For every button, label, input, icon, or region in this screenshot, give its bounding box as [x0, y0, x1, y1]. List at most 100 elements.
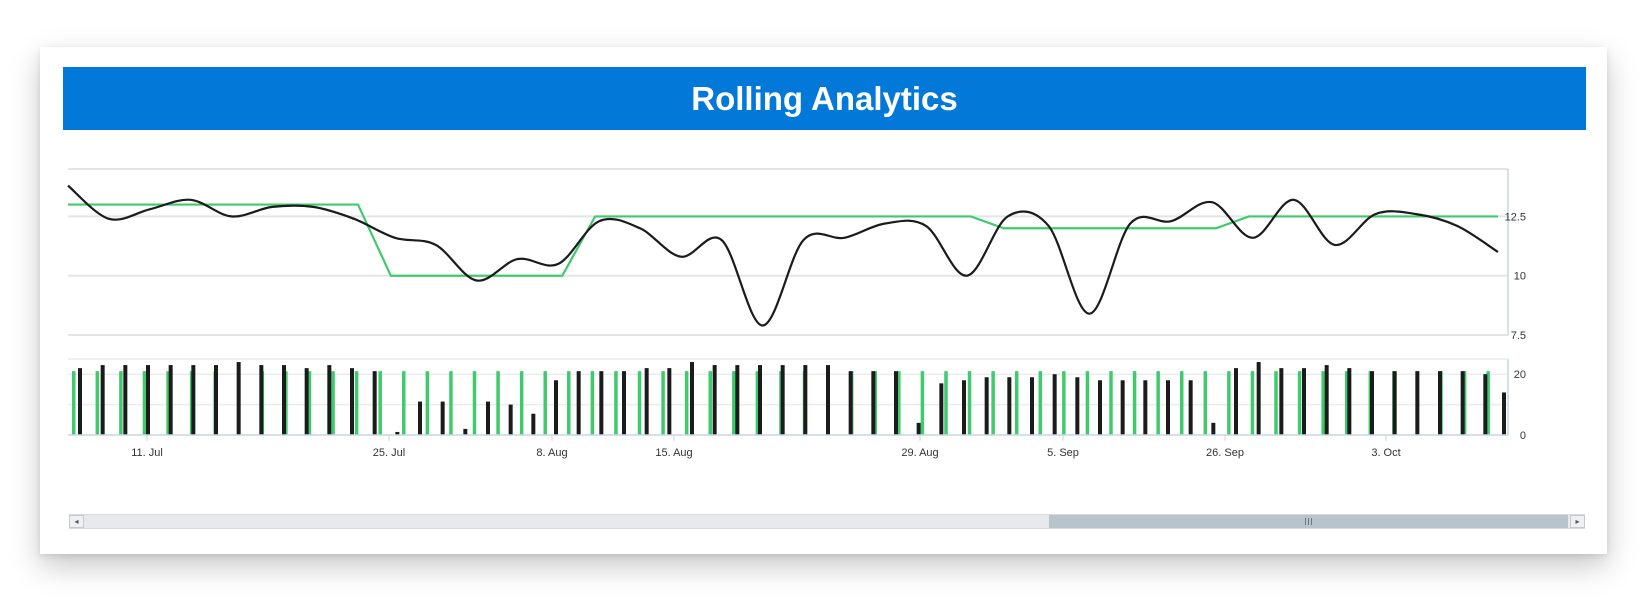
bar-green [543, 371, 547, 435]
bar-black [848, 371, 853, 435]
bar-black [939, 383, 944, 435]
bar-green [519, 371, 524, 435]
bar-black [644, 368, 649, 435]
bar-green [1179, 371, 1184, 435]
bar-black [1211, 422, 1216, 435]
bar-black [123, 365, 128, 435]
bar-black [1188, 380, 1193, 435]
bar-black [236, 362, 241, 435]
bar-black [1007, 377, 1012, 435]
bar-green [496, 371, 500, 435]
bar-y-tick-label: 0 [1520, 430, 1526, 442]
volume-bars [72, 362, 1506, 435]
bar-black [1075, 377, 1080, 435]
bar-black [916, 422, 921, 435]
bar-black [508, 404, 513, 435]
bar-green [684, 371, 689, 435]
bar-black [1234, 368, 1238, 435]
bar-green [1321, 371, 1325, 435]
bar-green [1062, 371, 1066, 435]
bar-black [803, 365, 808, 435]
bar-black [962, 380, 966, 435]
scroll-right-glyph: ▸ [1575, 517, 1580, 526]
bar-green [567, 371, 571, 435]
bar-black [304, 368, 309, 435]
bar-black [599, 371, 604, 435]
bar-black [826, 365, 830, 435]
scroll-thumb[interactable] [1049, 515, 1568, 528]
bar-green [732, 371, 736, 435]
bar-black [327, 365, 332, 435]
bar-black [1415, 371, 1420, 435]
x-tick-label: 5. Sep [1047, 447, 1079, 459]
grip-icon [1305, 518, 1312, 525]
bar-y-tick-label: 20 [1514, 369, 1526, 381]
bar-black [1143, 380, 1148, 435]
x-tick-label: 11. Jul [131, 447, 163, 459]
bar-black [418, 401, 422, 435]
bar-black [1392, 371, 1397, 435]
bar-green [1109, 371, 1113, 435]
bar-green [119, 371, 123, 435]
line-series-black [67, 184, 1499, 327]
bar-green [72, 371, 76, 435]
bar-black [1120, 380, 1125, 435]
bar-black [1030, 377, 1034, 435]
bar-black [1052, 374, 1057, 435]
x-tick-label: 26. Sep [1206, 447, 1244, 459]
bar-black [486, 401, 490, 435]
bar-black [1324, 365, 1329, 435]
bar-black [146, 365, 150, 435]
y-tick-label: 12.5 [1505, 211, 1526, 223]
x-tick-label: 25. Jul [373, 447, 405, 459]
bar-green [449, 371, 453, 435]
bar-black [463, 428, 468, 435]
bar-black [1166, 380, 1170, 435]
bar-black [214, 365, 218, 435]
bar-black [1279, 368, 1284, 435]
bar-green [1085, 371, 1090, 435]
bar-green [1203, 371, 1208, 435]
bar-black [350, 368, 354, 435]
bar-green [708, 371, 712, 435]
y-tick-label: 10 [1514, 271, 1526, 283]
y-tick-label: 7.5 [1511, 330, 1526, 342]
line-series-green [68, 203, 1498, 277]
bar-green [1014, 371, 1019, 435]
bar-black [372, 371, 377, 435]
bar-black [259, 365, 264, 435]
bar-green [1274, 371, 1278, 435]
bar-green [402, 371, 406, 435]
bar-black [78, 368, 82, 435]
bar-black [622, 371, 626, 435]
bar-black [440, 401, 445, 435]
bar-green [590, 371, 595, 435]
bar-black [1483, 374, 1488, 435]
bar-black [282, 365, 286, 435]
x-tick-label: 3. Oct [1371, 447, 1400, 459]
bar-black [1098, 380, 1102, 435]
bar-green [661, 371, 665, 435]
bar-black [690, 362, 694, 435]
bar-black [1438, 371, 1442, 435]
navigator-scrollbar[interactable]: ◂ ▸ [69, 514, 1585, 529]
bar-green [967, 371, 972, 435]
chart-area: 12.5 10 7.5 20 0 11. Jul 25. Jul 8. Aug 15. Aug 2… [67, 168, 1526, 459]
bar-black [984, 377, 989, 435]
bar-green [1227, 371, 1231, 435]
price-lines [67, 184, 1499, 327]
bar-black [1302, 368, 1306, 435]
bar-black [168, 365, 173, 435]
x-tick-label: 8. Aug [536, 447, 567, 459]
bar-black [100, 365, 105, 435]
bar-green [1038, 371, 1043, 435]
scroll-right-arrow-icon[interactable]: ▸ [1570, 515, 1585, 528]
bar-green [142, 371, 147, 435]
bar-green [472, 371, 477, 435]
bar-green [425, 371, 430, 435]
bar-black [191, 365, 196, 435]
chart-card: Rolling Analytics 12.5 10 7.5 20 0 11. Jul 25.… [40, 47, 1607, 554]
bar-green [1132, 371, 1137, 435]
bar-green [944, 371, 948, 435]
scroll-left-arrow-icon[interactable]: ◂ [69, 515, 84, 528]
